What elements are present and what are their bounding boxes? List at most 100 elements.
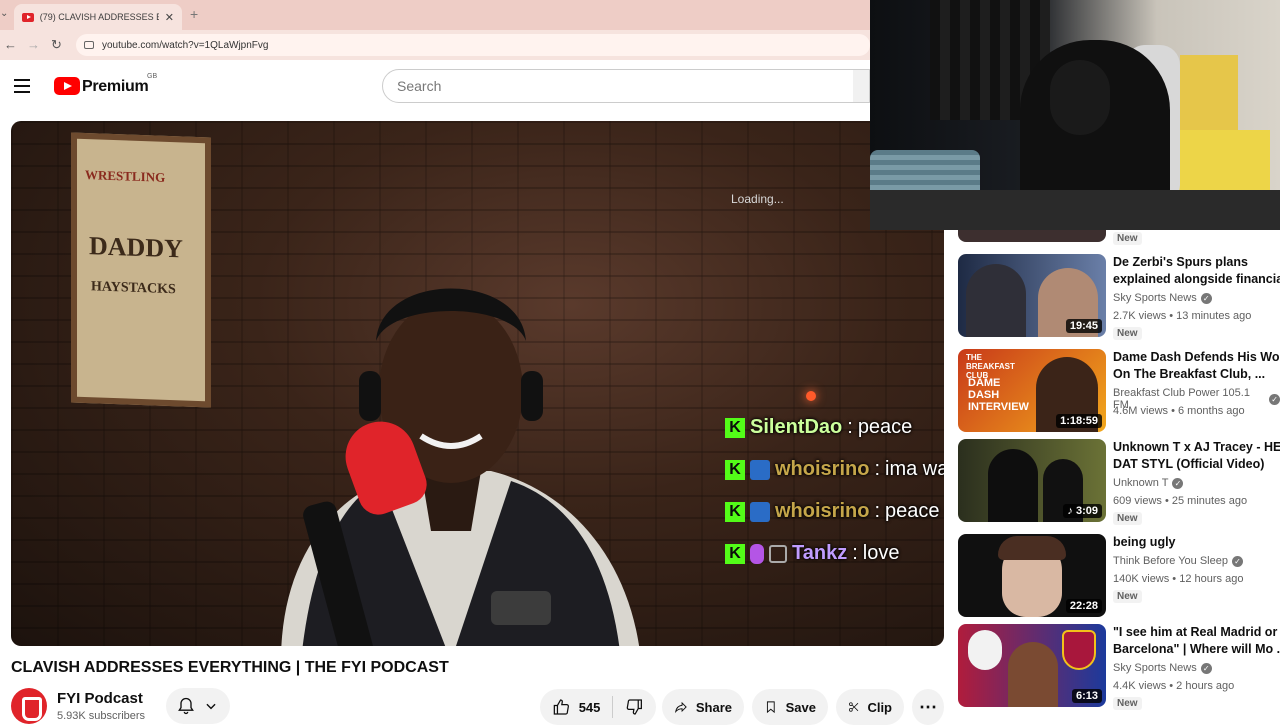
real-madrid-crest-icon <box>968 630 1002 670</box>
video-player[interactable]: WRESTLING DADDY HAYSTACKS Loading... K S… <box>11 121 944 646</box>
chat-message: K Tankz: love <box>725 542 899 565</box>
kick-badge-icon: K <box>725 459 745 480</box>
video-duration: 19:45 <box>1065 319 1102 333</box>
chat-message: K whoisrino: peace outtt <box>725 500 944 523</box>
like-icon[interactable] <box>552 697 571 717</box>
chat-username: Tankz <box>792 542 848 564</box>
address-bar[interactable]: youtube.com/watch?v=1QLaWjpnFvg <box>76 34 870 56</box>
search-button[interactable] <box>853 69 870 103</box>
subscriber-badge-icon <box>750 501 770 522</box>
chat-text: peace outtt <box>885 500 944 522</box>
clip-label: Clip <box>867 699 892 715</box>
verified-icon: ✓ <box>1200 662 1212 674</box>
yellow-box <box>1180 55 1238 135</box>
video-thumbnail[interactable]: ♪ 3:09 <box>958 439 1106 522</box>
poster-top-text: WRESTLING <box>85 167 166 185</box>
verified-icon: ✓ <box>1200 292 1212 304</box>
channel-avatar[interactable] <box>11 688 47 724</box>
recommended-channel[interactable]: Sky Sports News ✓ <box>1113 292 1212 304</box>
recommended-video-title[interactable]: "I see him at Real Madrid or Barcelona" … <box>1113 624 1280 658</box>
bell-icon <box>178 697 194 715</box>
title-line: On The Breakfast Club, ... <box>1113 367 1266 381</box>
tab-search-icon[interactable]: ⌄ <box>0 8 8 19</box>
kick-badge-icon: K <box>725 417 745 438</box>
video-meta: 4.4K views • 2 hours ago <box>1113 680 1235 692</box>
recommended-video-title[interactable]: Dame Dash Defends His Worth On The Break… <box>1113 349 1280 383</box>
thumbnail-figure <box>1008 642 1058 707</box>
streamer-webcam <box>870 0 1280 230</box>
verified-icon: ✓ <box>1269 393 1280 405</box>
video-title: CLAVISH ADDRESSES EVERYTHING | THE FYI P… <box>11 659 449 676</box>
new-badge: New <box>1113 327 1142 340</box>
video-meta: 4.6M views • 6 months ago <box>1113 405 1245 417</box>
youtube-favicon-icon <box>22 12 34 22</box>
video-duration: 6:13 <box>1071 689 1102 703</box>
thumbnail-figure <box>988 449 1038 522</box>
video-duration: 22:28 <box>1065 599 1102 613</box>
forward-icon[interactable]: → <box>27 37 40 52</box>
dislike-icon[interactable] <box>625 697 644 717</box>
channel-label: Sky Sports News <box>1113 662 1197 674</box>
channel-name[interactable]: FYI Podcast <box>57 690 143 707</box>
video-thumbnail[interactable]: 22:28 <box>958 534 1106 617</box>
thumbnail-hair <box>998 536 1066 560</box>
chat-username: SilentDao <box>750 416 843 438</box>
site-info-icon[interactable] <box>84 41 94 49</box>
video-duration: ♪ 3:09 <box>1063 504 1102 518</box>
video-thumbnail[interactable]: THE BREAKFAST CLUB DAME DASH INTERVIEW 1… <box>958 349 1106 432</box>
share-icon <box>675 701 687 714</box>
channel-label: Think Before You Sleep <box>1113 555 1228 567</box>
notification-settings-button[interactable] <box>166 688 230 724</box>
title-line: DAT STYL (Official Video) <box>1113 457 1265 471</box>
video-thumbnail[interactable]: 19:45 <box>958 254 1106 337</box>
url-text: youtube.com/watch?v=1QLaWjpnFvg <box>102 39 269 51</box>
desk <box>870 190 1280 230</box>
title-line: being ugly <box>1113 535 1176 549</box>
back-icon[interactable]: ← <box>4 37 17 52</box>
recommended-channel[interactable]: Sky Sports News ✓ <box>1113 662 1212 674</box>
video-meta: 609 views • 25 minutes ago <box>1113 495 1248 507</box>
menu-icon[interactable] <box>14 79 30 93</box>
new-badge: New <box>1113 590 1142 603</box>
studio-lamp <box>806 391 816 401</box>
barcelona-crest-icon <box>1062 630 1096 670</box>
chat-username: whoisrino <box>775 458 870 480</box>
new-tab-button[interactable]: + <box>190 6 198 22</box>
title-line: Unknown T x AJ Tracey - HEAR <box>1113 440 1280 454</box>
reload-icon[interactable]: ↻ <box>51 37 62 53</box>
recommended-video-title[interactable]: Unknown T x AJ Tracey - HEAR DAT STYL (O… <box>1113 439 1280 473</box>
tab-close-icon[interactable]: ✕ <box>165 11 174 24</box>
title-line: Dame Dash Defends His Worth <box>1113 350 1280 364</box>
browser-tab[interactable]: (79) CLAVISH ADDRESSES EVERYTHI ✕ <box>14 4 182 30</box>
poster-bottom-text: HAYSTACKS <box>91 279 176 298</box>
recommended-channel[interactable]: Think Before You Sleep ✓ <box>1113 555 1243 567</box>
bookmark-icon <box>766 701 775 714</box>
recommended-video-title[interactable]: being ugly <box>1113 534 1280 551</box>
like-count[interactable]: 545 <box>579 700 601 715</box>
chat-text: love <box>862 542 900 564</box>
title-line: Barcelona" | Where will Mo ... <box>1113 642 1280 656</box>
partial-thumbnail[interactable] <box>958 230 1106 242</box>
tab-title: (79) CLAVISH ADDRESSES EVERYTHI <box>39 12 159 22</box>
thumbnail-figure <box>966 264 1026 337</box>
poster-headline: DADDY <box>89 231 183 264</box>
kick-badge-icon: K <box>725 501 745 522</box>
video-duration: 1:18:59 <box>1056 414 1102 428</box>
recommended-channel[interactable]: Unknown T ✓ <box>1113 477 1184 489</box>
chat-text: ima watch the doc <box>885 458 944 480</box>
title-line: De Zerbi's Spurs plans <box>1113 255 1248 269</box>
new-badge: New <box>1113 697 1142 710</box>
youtube-logo-icon[interactable] <box>54 77 80 95</box>
channel-label: Sky Sports News <box>1113 292 1197 304</box>
subscriber-count: 5.93K subscribers <box>57 710 146 722</box>
mic-badge-icon <box>750 543 764 564</box>
verified-icon: ✓ <box>1231 555 1243 567</box>
subscriber-badge-icon <box>750 459 770 480</box>
recommended-video-title[interactable]: De Zerbi's Spurs plans explained alongsi… <box>1113 254 1280 288</box>
search-input[interactable] <box>382 69 854 103</box>
brand-label[interactable]: Premium <box>82 78 149 96</box>
video-thumbnail[interactable]: 6:13 <box>958 624 1106 707</box>
title-line: explained alongside financial ... <box>1113 272 1280 286</box>
scissors-icon <box>849 702 859 712</box>
kick-badge-icon: K <box>725 543 745 564</box>
